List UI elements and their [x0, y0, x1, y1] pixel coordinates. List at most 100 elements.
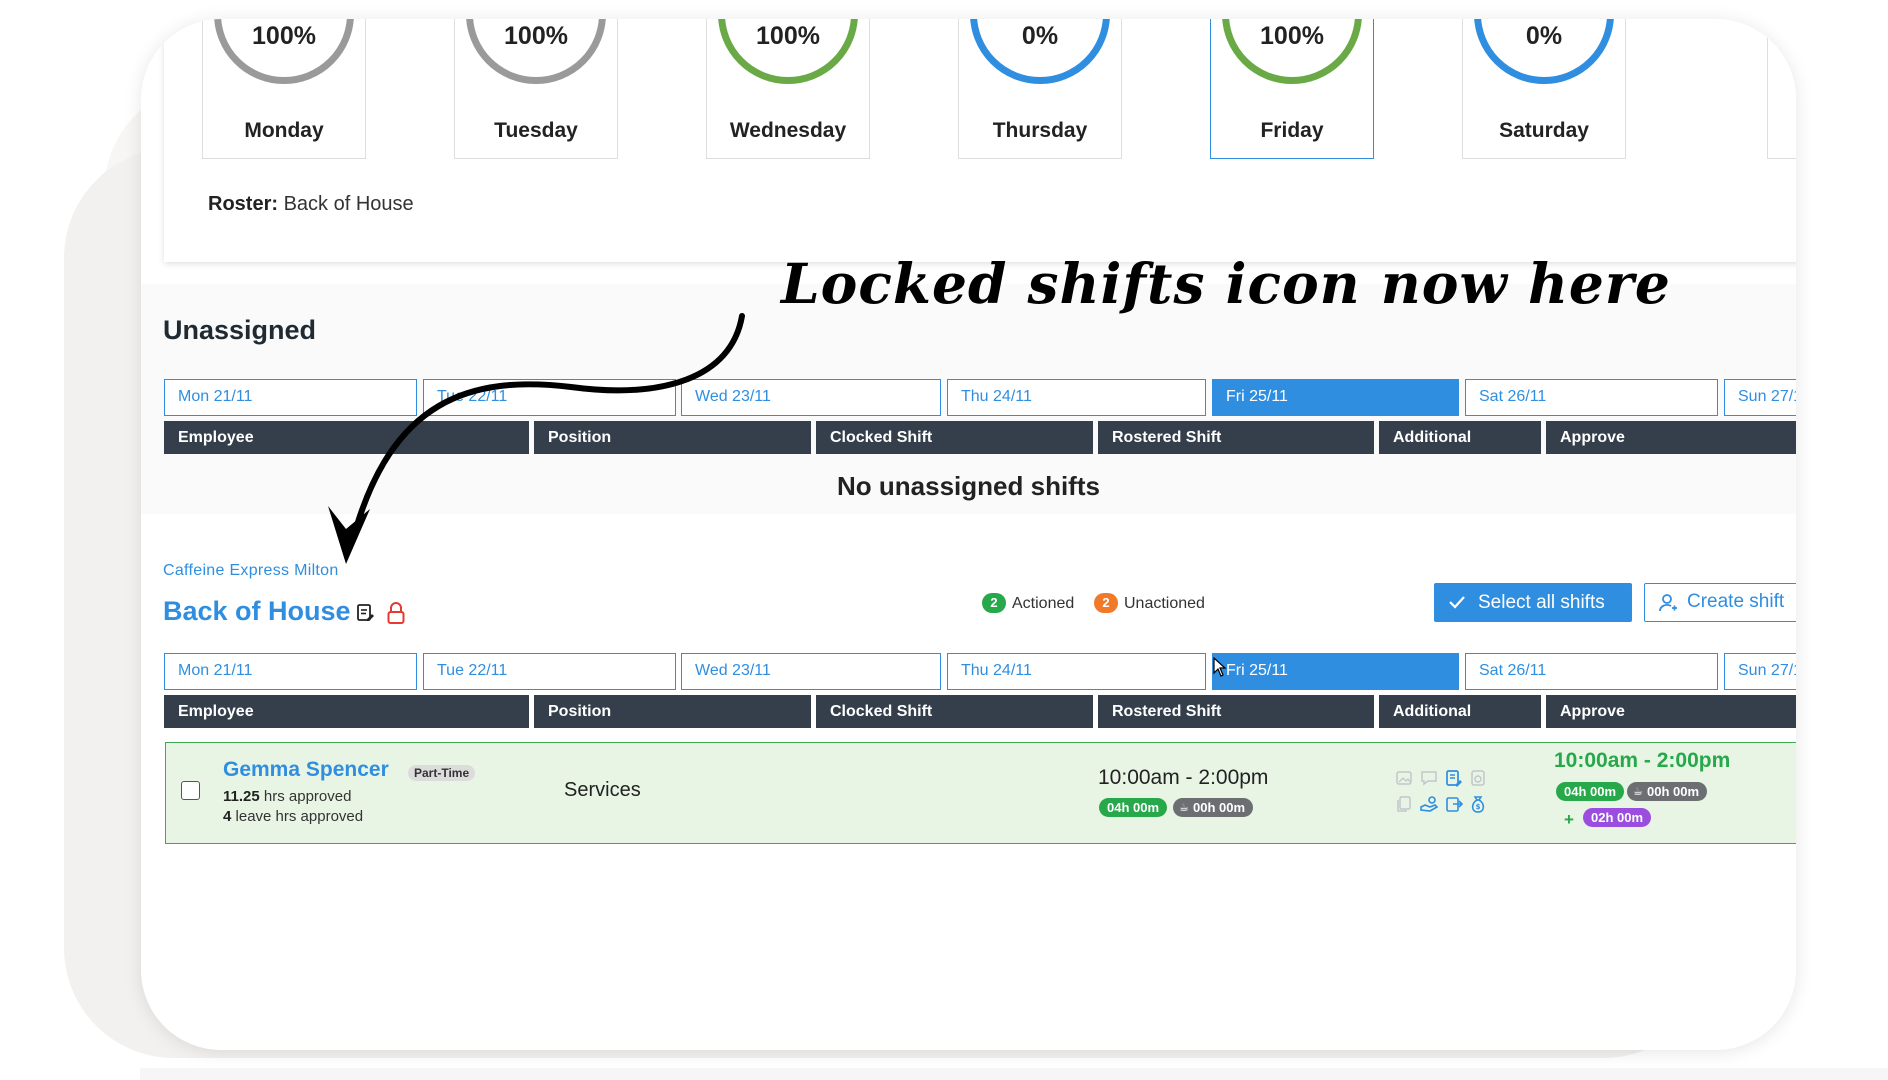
- actioned-stat: 2 Actioned: [982, 593, 1074, 613]
- approve-break: 00h 00m: [1647, 784, 1700, 799]
- annotation-text: Locked shifts icon now here: [781, 251, 1671, 316]
- date-tab-thu[interactable]: Thu 24/11: [947, 653, 1206, 690]
- day-percent: 100%: [756, 22, 820, 50]
- camera-icon: [1471, 770, 1485, 786]
- create-shift-label: Create shift: [1687, 591, 1785, 612]
- leave-hours-label: leave hrs approved: [235, 808, 364, 825]
- column-header-clocked-shift: Clocked Shift: [816, 421, 1093, 454]
- date-tab-sat[interactable]: Sat 26/11: [1465, 379, 1718, 416]
- unassigned-title: Unassigned: [163, 315, 317, 345]
- date-tab-wed[interactable]: Wed 23/11: [681, 379, 941, 416]
- column-header-rostered-shift: Rostered Shift: [1098, 421, 1374, 454]
- day-name: Monday: [244, 119, 324, 142]
- day-card-saturday[interactable]: 0% Saturday: [1462, 19, 1626, 159]
- actioned-count-badge: 2: [982, 593, 1006, 613]
- location-name: Caffeine Express Milton: [163, 562, 339, 579]
- day-card-thursday[interactable]: 0% Thursday: [958, 19, 1122, 159]
- progress-ring: [1777, 19, 1796, 84]
- day-name: Thursday: [992, 119, 1088, 142]
- money-bag-icon[interactable]: $: [1469, 795, 1487, 813]
- shift-row[interactable]: Gemma Spencer Part-Time 11.25 hrs approv…: [165, 742, 1796, 844]
- select-all-shifts-button[interactable]: Select all shifts: [1434, 583, 1632, 622]
- date-tab-mon[interactable]: Mon 21/11: [164, 379, 417, 416]
- date-tab-fri[interactable]: Fri 25/11: [1212, 653, 1459, 690]
- unactioned-stat: 2 Unactioned: [1094, 593, 1205, 613]
- approve-time: 10:00am - 2:00pm: [1554, 749, 1731, 772]
- date-tab-wed[interactable]: Wed 23/11: [681, 653, 941, 690]
- day-card-monday[interactable]: 100% Monday: [202, 19, 366, 159]
- transfer-icon[interactable]: [1445, 795, 1463, 813]
- day-percent: 100%: [1260, 22, 1324, 50]
- rostered-break: 00h 00m: [1193, 800, 1246, 815]
- employment-type-badge: Part-Time: [408, 765, 476, 781]
- approved-hours-label: hrs approved: [263, 788, 352, 805]
- rostered-duration-pill: 04h 00m: [1099, 798, 1168, 817]
- date-tab-fri[interactable]: Fri 25/11: [1212, 379, 1459, 416]
- position-value: Services: [564, 779, 641, 801]
- column-header-approve: Approve: [1546, 421, 1796, 454]
- date-tab-mon[interactable]: Mon 21/11: [164, 653, 417, 690]
- column-header-employee: Employee: [164, 695, 529, 728]
- day-summary-panel: 100% Monday 100% Tuesday 100% Wednesday …: [164, 19, 1796, 262]
- edit-note-icon[interactable]: [1445, 769, 1463, 787]
- background-strip: [140, 1068, 1888, 1080]
- column-header-additional: Additional: [1379, 421, 1541, 454]
- day-percent: 0%: [1021, 22, 1059, 50]
- section-title: Back of House: [163, 596, 351, 626]
- shift-checkbox[interactable]: [181, 781, 200, 800]
- roster-label: Roster: Back of House: [208, 193, 414, 216]
- day-percent: 0%: [1525, 22, 1563, 50]
- day-name: Friday: [1260, 119, 1324, 142]
- day-card-tuesday[interactable]: 100% Tuesday: [454, 19, 618, 159]
- unactioned-count-badge: 2: [1094, 593, 1118, 613]
- comment-icon: [1421, 771, 1437, 786]
- date-tab-thu[interactable]: Thu 24/11: [947, 379, 1206, 416]
- column-header-position: Position: [534, 421, 811, 454]
- employee-name[interactable]: Gemma Spencer: [223, 758, 389, 782]
- day-card-sunday[interactable]: [1767, 19, 1796, 159]
- create-shift-button[interactable]: Create shift: [1644, 583, 1796, 622]
- cursor-icon: [1213, 657, 1227, 677]
- allowance-icon[interactable]: [1420, 795, 1438, 813]
- coffee-break-icon: ☕: [1179, 802, 1189, 814]
- day-percent: 100%: [252, 22, 316, 50]
- check-icon: [1449, 596, 1465, 609]
- column-header-position: Position: [534, 695, 811, 728]
- date-tab-tue[interactable]: Tue 22/11: [423, 653, 676, 690]
- date-tab-sat[interactable]: Sat 26/11: [1465, 653, 1718, 690]
- approve-duration-pill: 04h 00m: [1556, 782, 1625, 801]
- edit-note-icon[interactable]: [355, 603, 375, 623]
- column-header-additional: Additional: [1379, 695, 1541, 728]
- day-percent: 100%: [504, 22, 568, 50]
- approve-extra-pill: 02h 00m: [1583, 808, 1652, 827]
- leave-hours-value: 4: [223, 808, 232, 825]
- date-tab-sun[interactable]: Sun 27/11: [1724, 379, 1796, 416]
- coffee-break-icon: ☕: [1633, 786, 1643, 798]
- date-tab-sun[interactable]: Sun 27/11: [1724, 653, 1796, 690]
- svg-text:$: $: [1476, 803, 1481, 811]
- approved-hours-value: 11.25: [223, 788, 260, 805]
- actioned-label: Actioned: [1012, 595, 1075, 612]
- day-name: Wednesday: [729, 119, 847, 142]
- column-header-rostered-shift: Rostered Shift: [1098, 695, 1374, 728]
- day-name: Saturday: [1499, 119, 1589, 142]
- column-header-clocked-shift: Clocked Shift: [816, 695, 1093, 728]
- column-header-employee: Employee: [164, 421, 529, 454]
- app-window: 100% Monday 100% Tuesday 100% Wednesday …: [141, 19, 1796, 1050]
- roster-key: Roster:: [208, 193, 279, 215]
- date-tab-tue[interactable]: Tue 22/11: [423, 379, 676, 416]
- day-card-wednesday[interactable]: 100% Wednesday: [706, 19, 870, 159]
- approved-hours: 11.25 hrs approved: [223, 788, 351, 805]
- empty-message: No unassigned shifts: [837, 471, 1100, 501]
- select-all-label: Select all shifts: [1478, 592, 1605, 613]
- roster-value: Back of House: [283, 193, 414, 215]
- day-card-friday[interactable]: 100% Friday: [1210, 19, 1374, 159]
- add-user-icon: [1659, 594, 1677, 612]
- plus-sign: +: [1564, 810, 1574, 829]
- day-name: Tuesday: [494, 119, 578, 142]
- unactioned-label: Unactioned: [1124, 595, 1205, 612]
- photo-icon: [1396, 771, 1412, 785]
- copy-icon: [1397, 796, 1411, 812]
- lock-icon[interactable]: [386, 601, 406, 625]
- rostered-time: 10:00am - 2:00pm: [1098, 766, 1269, 789]
